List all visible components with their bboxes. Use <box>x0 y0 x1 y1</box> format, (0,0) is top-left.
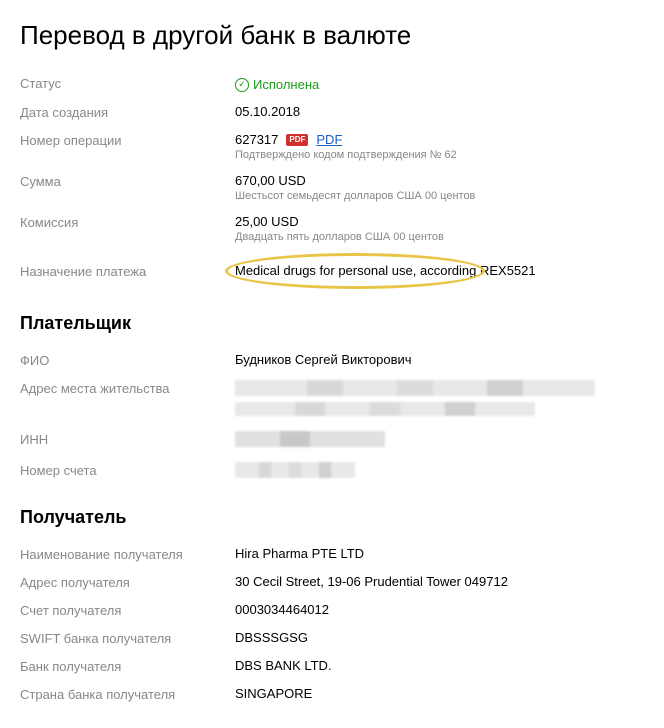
receiver-address-label: Адрес получателя <box>20 574 235 590</box>
receiver-heading: Получатель <box>20 507 644 528</box>
amount-row: Сумма 670,00 USD Шестьсот семьдесят долл… <box>20 167 644 208</box>
receiver-address-row: Адрес получателя 30 Cecil Street, 19-06 … <box>20 568 644 596</box>
pdf-link[interactable]: PDF <box>316 132 342 147</box>
payer-inn-row: ИНН <box>20 425 644 456</box>
receiver-name-row: Наименование получателя Hira Pharma PTE … <box>20 540 644 568</box>
pdf-icon: PDF <box>286 134 308 146</box>
commission-sub: Двадцать пять долларов США 00 центов <box>235 231 644 243</box>
receiver-bank-value: DBS BANK LTD. <box>235 658 644 673</box>
receiver-country-row: Страна банка получателя SINGAPORE <box>20 680 644 708</box>
operation-label: Номер операции <box>20 132 235 148</box>
payer-fio-label: ФИО <box>20 352 235 368</box>
purpose-row: Назначение платежа Medical drugs for per… <box>20 249 644 293</box>
operation-sub: Подтверждено кодом подтверждения № 62 <box>235 149 644 161</box>
payer-account-row: Номер счета <box>20 456 644 487</box>
receiver-swift-row: SWIFT банка получателя DBSSSGSG <box>20 624 644 652</box>
receiver-address-value: 30 Cecil Street, 19-06 Prudential Tower … <box>235 574 644 589</box>
payer-address-label: Адрес места жительства <box>20 380 235 396</box>
receiver-swift-label: SWIFT банка получателя <box>20 630 235 646</box>
operation-number: 627317 <box>235 132 278 147</box>
receiver-account-label: Счет получателя <box>20 602 235 618</box>
created-row: Дата создания 05.10.2018 <box>20 98 644 126</box>
payer-heading: Плательщик <box>20 313 644 334</box>
commission-label: Комиссия <box>20 214 235 230</box>
payer-inn-label: ИНН <box>20 431 235 447</box>
created-value: 05.10.2018 <box>235 104 644 119</box>
amount-value: 670,00 USD <box>235 173 644 188</box>
receiver-name-label: Наименование получателя <box>20 546 235 562</box>
receiver-account-row: Счет получателя 0003034464012 <box>20 596 644 624</box>
receiver-account-value: 0003034464012 <box>235 602 644 617</box>
amount-label: Сумма <box>20 173 235 189</box>
receiver-country-value: SINGAPORE <box>235 686 644 701</box>
receiver-bank-label: Банк получателя <box>20 658 235 674</box>
redacted-block <box>235 462 355 478</box>
redacted-block <box>235 380 595 396</box>
commission-row: Комиссия 25,00 USD Двадцать пять долларо… <box>20 208 644 249</box>
status-value: Исполнена <box>253 77 319 92</box>
commission-value: 25,00 USD <box>235 214 644 229</box>
status-row: Статус ✓ Исполнена <box>20 69 644 98</box>
purpose-value: Medical drugs for personal use, accordin… <box>235 263 536 278</box>
operation-row: Номер операции 627317 PDF PDF Подтвержде… <box>20 126 644 167</box>
receiver-name-value: Hira Pharma PTE LTD <box>235 546 644 561</box>
payer-fio-value: Будников Сергей Викторович <box>235 352 644 367</box>
purpose-label: Назначение платежа <box>20 263 235 279</box>
check-icon: ✓ <box>235 78 249 92</box>
receiver-country-label: Страна банка получателя <box>20 686 235 702</box>
receiver-swift-value: DBSSSGSG <box>235 630 644 645</box>
status-label: Статус <box>20 75 235 91</box>
created-label: Дата создания <box>20 104 235 120</box>
page-title: Перевод в другой банк в валюте <box>20 20 644 51</box>
payer-fio-row: ФИО Будников Сергей Викторович <box>20 346 644 374</box>
redacted-block <box>235 402 535 416</box>
payer-account-label: Номер счета <box>20 462 235 478</box>
receiver-bank-row: Банк получателя DBS BANK LTD. <box>20 652 644 680</box>
redacted-block <box>235 431 385 447</box>
payer-address-row: Адрес места жительства <box>20 374 644 425</box>
amount-sub: Шестьсот семьдесят долларов США 00 центо… <box>235 190 644 202</box>
status-badge: ✓ Исполнена <box>235 77 319 92</box>
